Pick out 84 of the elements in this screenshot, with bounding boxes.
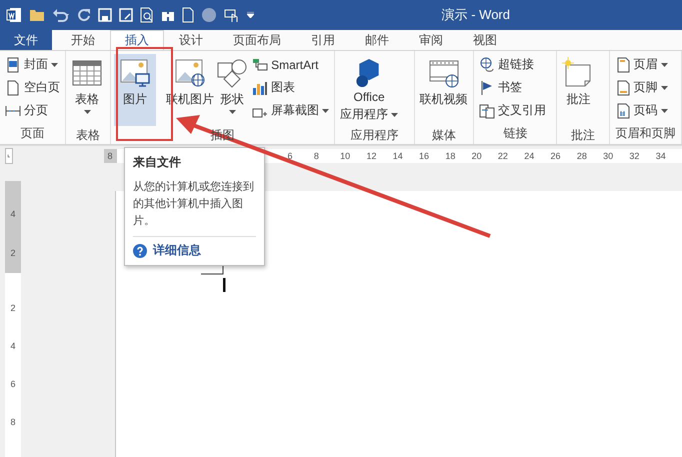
ruler-number: 8 (108, 151, 113, 161)
ruler-number: 8 (314, 151, 319, 161)
tooltip-title: 来自文件 (133, 154, 182, 171)
ruler-number: 22 (498, 151, 508, 161)
group-label: 应用程序 (349, 127, 400, 144)
ribbon-button[interactable]: 超链接 (477, 54, 548, 75)
more-info-link[interactable]: 详细信息 (153, 242, 201, 259)
ribbon-button[interactable]: 页眉 (612, 54, 670, 75)
ribbon-button[interactable]: 屏幕截图 (250, 100, 332, 121)
ruler-number: 4 (10, 209, 16, 220)
group-label: 批注 (570, 127, 596, 144)
ribbon-button[interactable]: 封面 (3, 54, 62, 75)
ribbon-tab[interactable]: 页面布局 (218, 30, 296, 50)
folder-icon[interactable] (29, 8, 45, 22)
page-number-icon (614, 102, 631, 118)
shapes-icon (216, 57, 248, 89)
group-label: 链接 (502, 125, 528, 142)
ribbon-tab[interactable]: 开始 (56, 30, 110, 50)
undo-icon[interactable] (52, 8, 70, 22)
touch-mode-icon[interactable] (224, 7, 240, 23)
ribbon-button[interactable]: 页码 (612, 100, 670, 121)
group-label: 页面 (20, 125, 46, 142)
ruler-number: 20 (472, 151, 482, 161)
help-icon (133, 244, 147, 258)
smartart-icon (252, 56, 268, 72)
cover-page-icon (5, 56, 21, 72)
ruler-number: 14 (392, 151, 403, 161)
ribbon-button[interactable]: 形状 (216, 54, 248, 126)
circle-icon[interactable] (201, 7, 217, 23)
ruler-number: 18 (445, 151, 456, 161)
ribbon-button[interactable]: Office 应用程序 (338, 54, 400, 126)
group-label: 页眉和页脚 (614, 125, 676, 142)
ribbon-tab[interactable]: 插入 (110, 30, 164, 50)
ruler-number: 26 (550, 151, 561, 161)
cross-reference-icon (479, 102, 496, 118)
ribbon-tab[interactable]: 引用 (296, 30, 350, 50)
document-icon[interactable] (182, 7, 194, 23)
redo-icon[interactable] (77, 8, 91, 22)
ruler-number: 8 (10, 417, 16, 428)
window-title: 演示 - Word (442, 6, 510, 24)
picture-globe-icon (174, 57, 206, 89)
word-logo-icon[interactable] (6, 7, 22, 23)
customize-caret-icon[interactable] (247, 12, 254, 18)
ruler-number: 34 (656, 151, 666, 161)
ribbon-tab[interactable]: 文件 (0, 30, 52, 50)
blank-page-icon (5, 80, 21, 96)
ruler-number: 16 (419, 151, 430, 161)
ruler-number: 6 (288, 151, 293, 161)
picture-icon (119, 57, 152, 89)
ribbon-button[interactable]: 批注 (560, 54, 596, 126)
group-label: 媒体 (430, 127, 457, 144)
ribbon-tab[interactable]: 视图 (458, 30, 512, 50)
ribbon-tab[interactable]: 设计 (164, 30, 218, 50)
ribbon-button[interactable]: 空白页 (3, 77, 62, 98)
footer-icon (614, 80, 631, 96)
chart-icon (252, 80, 268, 96)
ribbon-button[interactable]: 书签 (477, 77, 548, 98)
ribbon-tab[interactable]: 审阅 (404, 30, 458, 50)
ruler-number: 10 (340, 151, 350, 161)
ribbon-tab[interactable]: 邮件 (350, 30, 404, 50)
tooltip-text: 从您的计算机或您连接到的其他计算机中插入图片。 (133, 179, 256, 237)
ribbon-button[interactable]: 图片 (114, 54, 156, 126)
ribbon-button[interactable]: 交叉引用 (477, 100, 548, 121)
ruler-number: 2 (10, 303, 16, 314)
ruler-number: 24 (524, 151, 534, 161)
ruler-number: 6 (10, 379, 16, 390)
ribbon-button[interactable]: SmartArt (250, 54, 332, 75)
group-label: 表格 (75, 127, 102, 144)
globe-link-icon (479, 56, 496, 72)
ruler-number: 4 (10, 341, 16, 352)
ribbon-button[interactable]: 图表 (250, 77, 332, 98)
save-icon[interactable] (98, 8, 112, 22)
ruler-number: 30 (603, 151, 614, 161)
ruler-number: 28 (576, 151, 587, 161)
ribbon-button[interactable]: 分页 (3, 100, 62, 121)
header-icon (614, 56, 631, 72)
ruler-number: 2 (10, 248, 16, 259)
ruler-number: 32 (629, 151, 640, 161)
ribbon-button[interactable]: 表格 (69, 54, 105, 126)
ruler-number: 12 (366, 151, 376, 161)
save-as-icon[interactable] (119, 8, 133, 22)
ribbon-button[interactable]: 页脚 (612, 77, 670, 98)
ribbon-button[interactable]: 联机视频 (418, 54, 470, 126)
print-preview-icon[interactable] (140, 7, 154, 23)
